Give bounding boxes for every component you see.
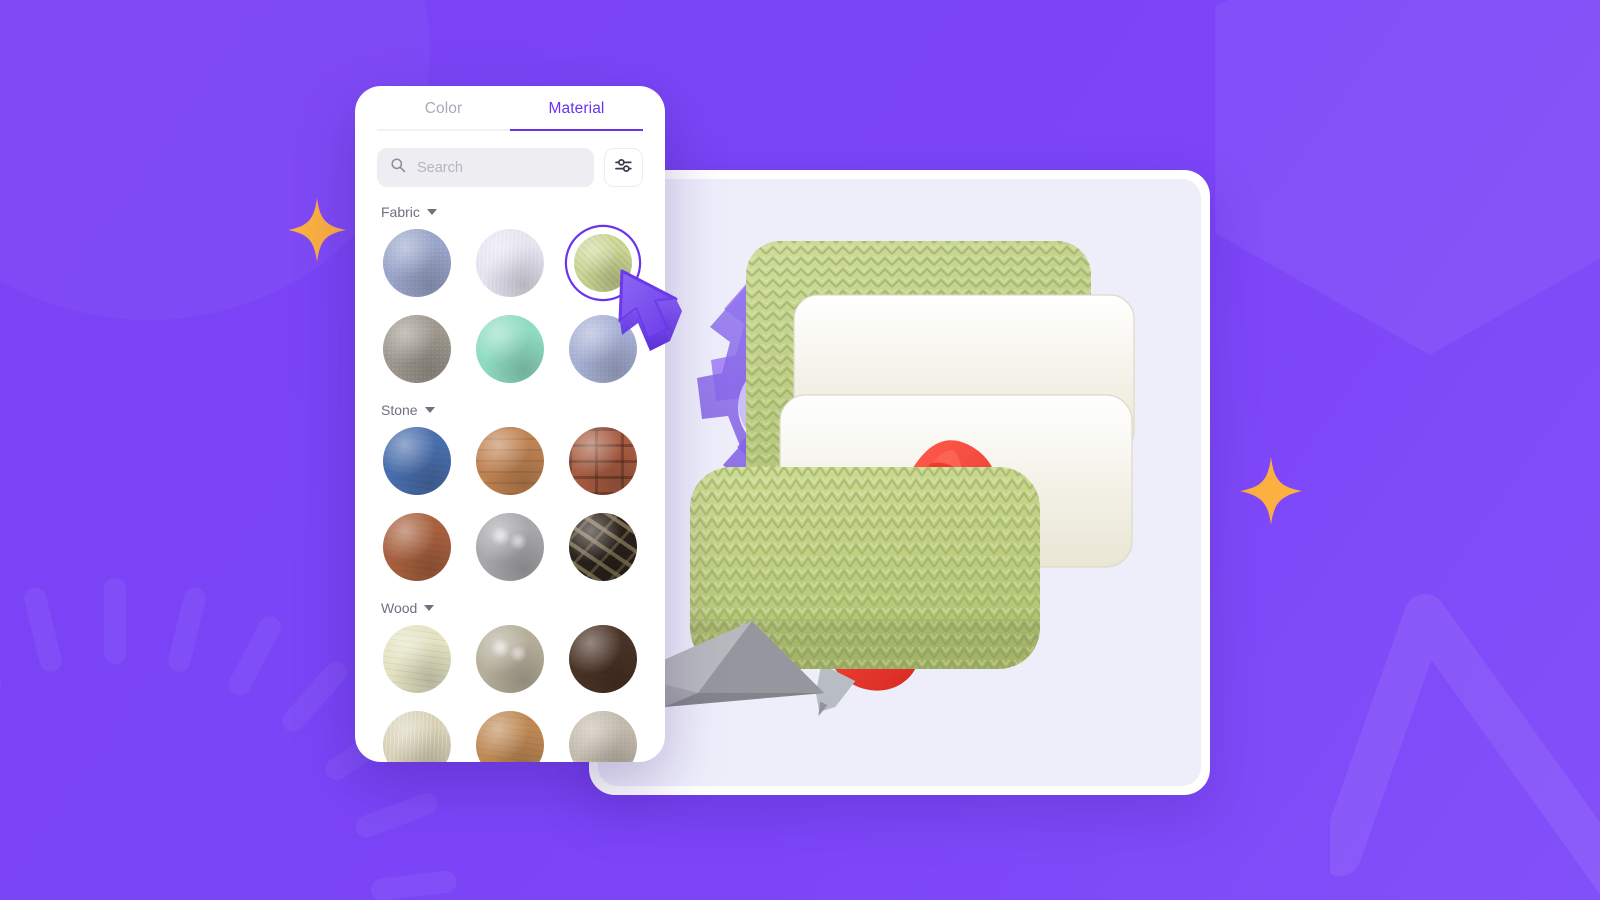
swatch-sphere [569, 513, 638, 581]
material-swatch[interactable] [381, 227, 453, 299]
material-swatch[interactable] [381, 511, 453, 583]
panel-tabs: Color Material [355, 86, 665, 131]
swatch-sphere [569, 711, 638, 762]
swatch-texture [569, 315, 638, 383]
material-swatch[interactable] [474, 511, 546, 583]
chevron-down-icon[interactable] [426, 209, 437, 215]
material-swatch[interactable] [474, 227, 546, 299]
search-icon [390, 157, 406, 178]
group-header-stone[interactable]: Stone [381, 402, 643, 418]
search-box[interactable] [377, 148, 594, 187]
search-input[interactable] [417, 159, 581, 176]
material-swatch[interactable] [567, 425, 639, 497]
swatch-texture [569, 513, 638, 581]
material-swatch[interactable] [567, 709, 639, 762]
material-swatch[interactable] [381, 623, 453, 695]
swatch-sphere [382, 513, 451, 581]
swatch-sphere [569, 625, 638, 693]
swatch-sphere [475, 315, 544, 383]
material-groups: Fabric Stone Wood [355, 204, 665, 762]
tab-color[interactable]: Color [377, 100, 510, 131]
swatch-sphere [569, 427, 638, 495]
swatch-sphere [475, 513, 544, 581]
tab-material[interactable]: Material [510, 100, 643, 131]
swatch-grid-stone [377, 425, 643, 583]
sparkle-star-left [286, 196, 348, 264]
swatch-texture [382, 315, 451, 383]
material-swatch[interactable] [567, 227, 639, 299]
swatch-sphere [475, 625, 544, 693]
swatch-texture [382, 711, 451, 762]
swatch-texture [382, 513, 451, 581]
swatch-texture [475, 711, 544, 762]
search-row [355, 131, 665, 187]
swatch-grid-fabric [377, 227, 643, 385]
material-swatch[interactable] [474, 425, 546, 497]
material-swatch[interactable] [381, 709, 453, 762]
group-label: Wood [381, 600, 418, 616]
swatch-sphere [382, 229, 451, 297]
swatch-texture [475, 625, 544, 693]
hexagon-shape [1215, 0, 1600, 355]
chevron-down-icon[interactable] [424, 605, 435, 611]
material-picker-panel: Color Material Search Fabric Stone Wood [355, 86, 665, 762]
swatch-sphere [475, 427, 544, 495]
canvas-card [589, 170, 1210, 795]
swatch-texture [476, 315, 544, 383]
swatch-texture [475, 513, 544, 581]
group-header-fabric[interactable]: Fabric [381, 204, 643, 220]
swatch-sphere [574, 234, 633, 292]
group-header-wood[interactable]: Wood [381, 600, 643, 616]
material-swatch[interactable] [474, 623, 546, 695]
sliders-filter-icon [614, 156, 633, 180]
canvas-viewport[interactable] [598, 179, 1201, 786]
swatch-texture [475, 229, 544, 297]
material-swatch[interactable] [567, 313, 639, 385]
swatch-sphere [382, 315, 451, 383]
swatch-texture [569, 625, 638, 693]
app-background: Color Material Search Fabric Stone Wood [0, 0, 1600, 900]
sunburst-shape [0, 515, 458, 900]
material-swatch[interactable] [567, 623, 639, 695]
swatch-sphere [569, 315, 638, 383]
swatch-texture [475, 427, 544, 495]
swatch-sphere [475, 711, 544, 762]
group-label: Stone [381, 402, 418, 418]
swatch-texture [574, 234, 633, 292]
swatch-grid-wood [377, 623, 643, 762]
3d-folder-scene [598, 179, 1201, 786]
chevron-shape [1319, 555, 1600, 900]
material-swatch[interactable] [567, 511, 639, 583]
swatch-texture [382, 229, 451, 297]
swatch-sphere [382, 625, 451, 693]
swatch-texture [569, 427, 638, 495]
swatch-sphere [475, 229, 544, 297]
swatch-texture [382, 427, 451, 495]
sparkle-star-right [1238, 455, 1304, 527]
filter-button[interactable] [604, 148, 643, 187]
chevron-down-icon[interactable] [424, 407, 435, 413]
group-label: Fabric [381, 204, 420, 220]
swatch-sphere [382, 427, 451, 495]
material-swatch[interactable] [474, 709, 546, 762]
swatch-sphere [382, 711, 451, 762]
material-swatch[interactable] [381, 425, 453, 497]
material-swatch[interactable] [474, 313, 546, 385]
swatch-texture [382, 625, 451, 693]
material-swatch[interactable] [381, 313, 453, 385]
swatch-texture [569, 711, 638, 762]
